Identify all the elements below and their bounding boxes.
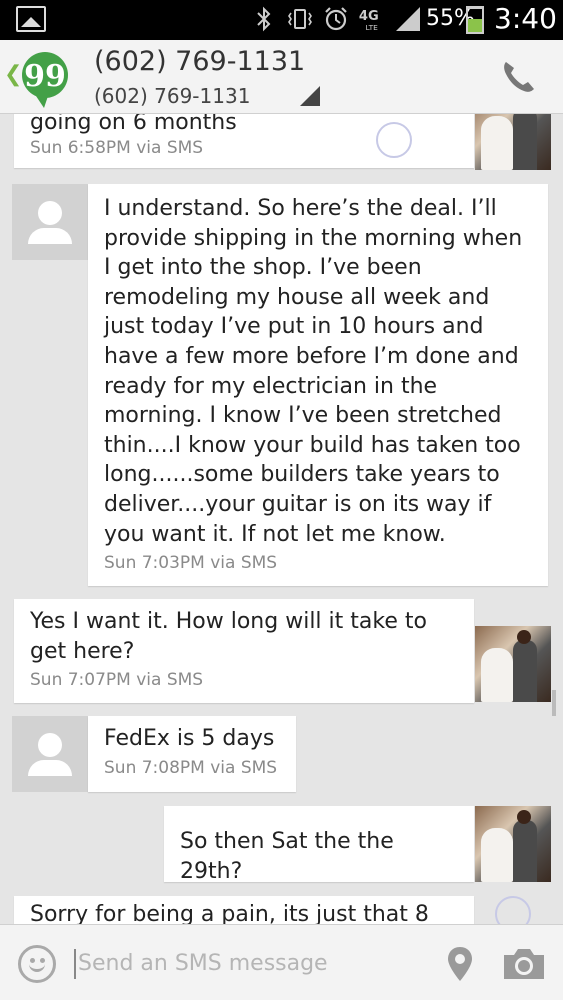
compose-bar bbox=[0, 924, 563, 1000]
message-timestamp: Sun 7:03PM via SMS bbox=[104, 553, 278, 574]
battery-icon bbox=[466, 6, 484, 34]
status-bar: 4G LTE 55% 3:40 bbox=[0, 0, 563, 40]
signal-icon bbox=[394, 5, 422, 33]
camera-button[interactable] bbox=[502, 947, 546, 981]
sender-photo[interactable] bbox=[475, 806, 551, 882]
text-cursor bbox=[74, 949, 76, 979]
phone-call-button[interactable] bbox=[498, 56, 540, 96]
phone-icon bbox=[504, 62, 534, 92]
emoji-button[interactable] bbox=[18, 945, 56, 983]
message-timestamp: Sun 7:07PM via SMS bbox=[30, 670, 204, 691]
contact-number[interactable]: (602) 769-1131 bbox=[94, 84, 250, 108]
contact-avatar[interactable] bbox=[12, 184, 88, 260]
hangouts-logo[interactable]: 99 bbox=[22, 52, 68, 108]
message-text: FedEx is 5 days bbox=[104, 726, 275, 751]
location-pin-icon bbox=[448, 947, 472, 981]
camera-icon bbox=[504, 949, 544, 979]
message-text: Yes I want it. How long will it take to … bbox=[30, 609, 427, 664]
message-bubble-outgoing[interactable]: Yes I want it. How long will it take to … bbox=[14, 599, 474, 703]
message-text: I understand. So here’s the deal. I’ll p… bbox=[104, 196, 523, 547]
dropdown-corner-icon[interactable] bbox=[300, 86, 320, 106]
message-bubble-outgoing[interactable]: Sorry for being a pain, its just that 8 bbox=[14, 896, 474, 924]
gallery-icon bbox=[16, 6, 46, 32]
svg-text:LTE: LTE bbox=[365, 23, 378, 32]
vibrate-icon bbox=[286, 5, 314, 33]
conversation-header: ❮ 99 (602) 769-1131 (602) 769-1131 bbox=[0, 40, 563, 114]
sms-message-input[interactable] bbox=[78, 943, 418, 983]
message-timestamp: Sun 7:08PM via SMS bbox=[104, 757, 278, 778]
message-list[interactable]: going on 6 months Sun 6:58PM via SMS I u… bbox=[0, 114, 563, 924]
contact-avatar[interactable] bbox=[12, 716, 88, 792]
location-button[interactable] bbox=[446, 945, 474, 983]
alarm-icon bbox=[322, 5, 350, 33]
back-chevron-icon[interactable]: ❮ bbox=[4, 62, 22, 87]
bluetooth-icon bbox=[250, 5, 278, 33]
clock: 3:40 bbox=[494, 2, 557, 35]
message-bubble-incoming[interactable]: I understand. So here’s the deal. I’ll p… bbox=[88, 184, 548, 586]
sender-photo[interactable] bbox=[475, 626, 551, 702]
message-bubble-outgoing[interactable]: So then Sat the the 29th? bbox=[164, 806, 474, 884]
message-text: Sorry for being a pain, its just that 8 bbox=[30, 902, 429, 924]
battery-level bbox=[468, 19, 482, 32]
message-text: So then Sat the the 29th? bbox=[180, 829, 394, 884]
contact-name: (602) 769-1131 bbox=[94, 46, 306, 77]
read-receipt-icon bbox=[376, 122, 412, 158]
4g-lte-icon: 4G LTE bbox=[358, 5, 386, 33]
sender-photo[interactable] bbox=[475, 114, 551, 170]
scrollbar-thumb[interactable] bbox=[552, 690, 556, 716]
smiley-mouth bbox=[29, 963, 45, 972]
read-receipt-icon bbox=[495, 896, 531, 924]
message-bubble-incoming[interactable]: FedEx is 5 days Sun 7:08PM via SMS bbox=[88, 716, 296, 792]
svg-text:4G: 4G bbox=[359, 9, 379, 24]
